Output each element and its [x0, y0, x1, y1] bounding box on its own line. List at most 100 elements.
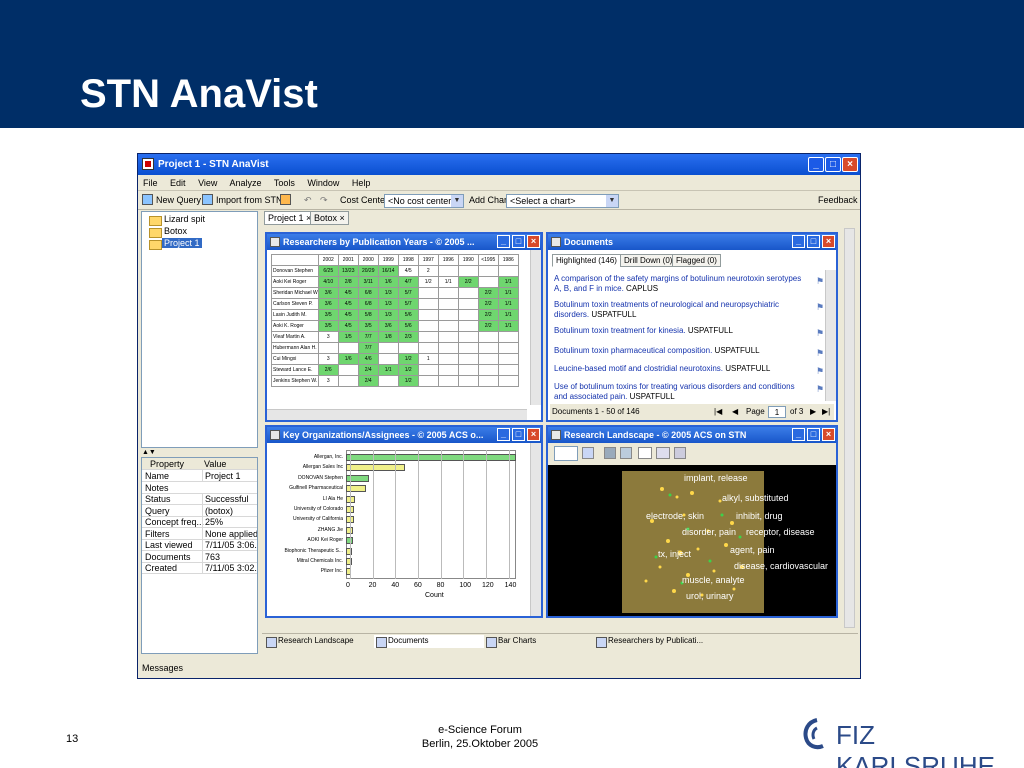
- landscape-map[interactable]: implant, release alkyl, substituted elec…: [622, 471, 828, 613]
- grid-cell[interactable]: [437, 353, 459, 365]
- grid-cell[interactable]: 2/8: [337, 276, 359, 288]
- close-button[interactable]: ×: [822, 428, 835, 441]
- grid-cell[interactable]: 1/1: [497, 276, 519, 288]
- grid-cell[interactable]: 2: [417, 265, 439, 277]
- grid-column-header[interactable]: 1997: [417, 254, 439, 266]
- workspace-scrollbar[interactable]: [844, 228, 855, 628]
- view-options-icon[interactable]: [674, 447, 686, 459]
- flag-icon[interactable]: ⚑: [816, 328, 824, 338]
- document-title[interactable]: A comparison of the safety margins of bo…: [554, 274, 801, 293]
- property-row[interactable]: Documents 763: [142, 550, 257, 563]
- menu-analyze[interactable]: Analyze: [229, 178, 261, 188]
- grid-cell[interactable]: [457, 265, 479, 277]
- property-row[interactable]: Status Successful: [142, 493, 257, 505]
- grid-cell[interactable]: 1/8: [377, 331, 399, 343]
- grid-cell[interactable]: 1/1: [377, 364, 399, 376]
- tree-item-project-1[interactable]: Project 1: [149, 238, 202, 250]
- minimize-button[interactable]: _: [808, 157, 824, 172]
- grid-cell[interactable]: [477, 353, 499, 365]
- grid-cell[interactable]: [457, 331, 479, 343]
- tab-botox[interactable]: Botox ×: [310, 211, 349, 225]
- undo-icon[interactable]: ↶: [304, 191, 312, 210]
- grid-row[interactable]: Aoki K. Roger 3/5 4/5 3/5 3/6 5/6 2/2 1/1: [271, 320, 519, 332]
- grid-cell[interactable]: 5/8: [357, 309, 379, 321]
- grid-cell[interactable]: [477, 265, 499, 277]
- grid-cell[interactable]: 2/6: [317, 364, 339, 376]
- grid-cell[interactable]: [417, 320, 439, 332]
- grid-cell[interactable]: 3: [317, 375, 339, 387]
- grid-cell[interactable]: 6/8: [357, 287, 379, 299]
- grid-row[interactable]: Steward Lance E. 2/6 2/4 1/1 1/2: [271, 364, 519, 376]
- property-row[interactable]: Notes: [142, 482, 257, 494]
- document-title[interactable]: Botulinum toxin treatments of neurologic…: [554, 300, 779, 319]
- grid-cell[interactable]: [437, 342, 459, 354]
- grid-cell[interactable]: [417, 298, 439, 310]
- grid-column-header[interactable]: 2001: [337, 254, 359, 266]
- grid-row[interactable]: Carlson Steven P. 3/6 4/5 6/8 1/3 5/7 2/2 1/1: [271, 298, 519, 310]
- grid-cell[interactable]: 2/3: [397, 331, 419, 343]
- grid-cell[interactable]: [497, 375, 519, 387]
- maximize-button[interactable]: □: [512, 235, 525, 248]
- grid-cell[interactable]: 5/7: [397, 287, 419, 299]
- grid-cell[interactable]: [417, 375, 439, 387]
- grid-cell[interactable]: [317, 342, 339, 354]
- grid-cell[interactable]: [377, 375, 399, 387]
- next-page-icon[interactable]: ▶: [810, 404, 816, 420]
- zoom-icon[interactable]: [620, 447, 632, 459]
- grid-cell[interactable]: [377, 342, 399, 354]
- maximize-button[interactable]: □: [825, 157, 841, 172]
- grid-row[interactable]: Jenkins Stephen W. 3 2/4 1/2: [271, 375, 519, 387]
- feedback-link[interactable]: Feedback: [818, 191, 858, 210]
- grid-column-header[interactable]: 1996: [437, 254, 459, 266]
- grid-cell[interactable]: 2/2: [477, 320, 499, 332]
- tree-item-lizard-spit[interactable]: Lizard spit: [148, 214, 207, 226]
- grid-column-header[interactable]: 2000: [357, 254, 379, 266]
- grid-cell[interactable]: 6/25: [317, 265, 339, 277]
- grid-row[interactable]: Sheridan Michael W 3/6 4/5 6/8 1/3 5/7 2/2 1/1: [271, 287, 519, 299]
- refresh-icon[interactable]: [582, 447, 594, 459]
- grid-cell[interactable]: [437, 320, 459, 332]
- maximize-button[interactable]: □: [807, 235, 820, 248]
- maximize-button[interactable]: □: [807, 428, 820, 441]
- flag-icon[interactable]: ⚑: [816, 302, 824, 312]
- grid-column-header[interactable]: 1999: [377, 254, 399, 266]
- bar[interactable]: [346, 454, 516, 461]
- grid-cell[interactable]: [397, 342, 419, 354]
- grid-cell[interactable]: [337, 364, 359, 376]
- grid-cell[interactable]: 4/5: [337, 320, 359, 332]
- grid-cell[interactable]: 2/4: [357, 375, 379, 387]
- grid-cell[interactable]: 1: [417, 353, 439, 365]
- grid-cell[interactable]: [497, 342, 519, 354]
- grid-cell[interactable]: [437, 265, 459, 277]
- property-row[interactable]: Filters None applied: [142, 527, 257, 540]
- grid-row[interactable]: Vleaf Martin A. 3 1/5 7/7 1/8 2/3: [271, 331, 519, 343]
- grid-cell[interactable]: [417, 331, 439, 343]
- tree-item-botox[interactable]: Botox: [148, 226, 189, 238]
- grid-cell[interactable]: 1/6: [337, 353, 359, 365]
- grid-cell[interactable]: [457, 364, 479, 376]
- grid-cell[interactable]: [477, 276, 499, 288]
- bottom-tab-bar-charts[interactable]: Bar Charts: [484, 635, 536, 648]
- grid-cell[interactable]: 1/2: [397, 353, 419, 365]
- property-row[interactable]: Name Project 1: [142, 470, 257, 482]
- filter-icon[interactable]: [604, 447, 616, 459]
- bottom-tab-researchers[interactable]: Researchers by Publicati...: [594, 635, 703, 648]
- grid-cell[interactable]: 1/1: [497, 309, 519, 321]
- grid-cell[interactable]: 3/5: [317, 320, 339, 332]
- grid-cell[interactable]: [417, 309, 439, 321]
- document-item[interactable]: Leucine-based motif and clostridial neur…: [554, 364, 824, 376]
- landscape-titlebar[interactable]: Research Landscape - © 2005 ACS on STN _…: [548, 427, 836, 443]
- menu-file[interactable]: File: [143, 178, 158, 188]
- grid-row[interactable]: Hubermann Alan H. 7/7: [271, 342, 519, 354]
- close-button[interactable]: ×: [822, 235, 835, 248]
- grid-cell[interactable]: [337, 342, 359, 354]
- grid-cell[interactable]: 4/5: [337, 287, 359, 299]
- grid-cell[interactable]: 1/2: [417, 276, 439, 288]
- grid-cell[interactable]: 2/2: [477, 298, 499, 310]
- grid-cell[interactable]: [497, 353, 519, 365]
- property-row[interactable]: Last viewed 7/11/05 3:06...: [142, 539, 257, 551]
- select-tool-icon[interactable]: [554, 446, 578, 461]
- grid-cell[interactable]: 2/2: [477, 309, 499, 321]
- grid-cell[interactable]: 3/6: [317, 287, 339, 299]
- grid-cell[interactable]: [497, 331, 519, 343]
